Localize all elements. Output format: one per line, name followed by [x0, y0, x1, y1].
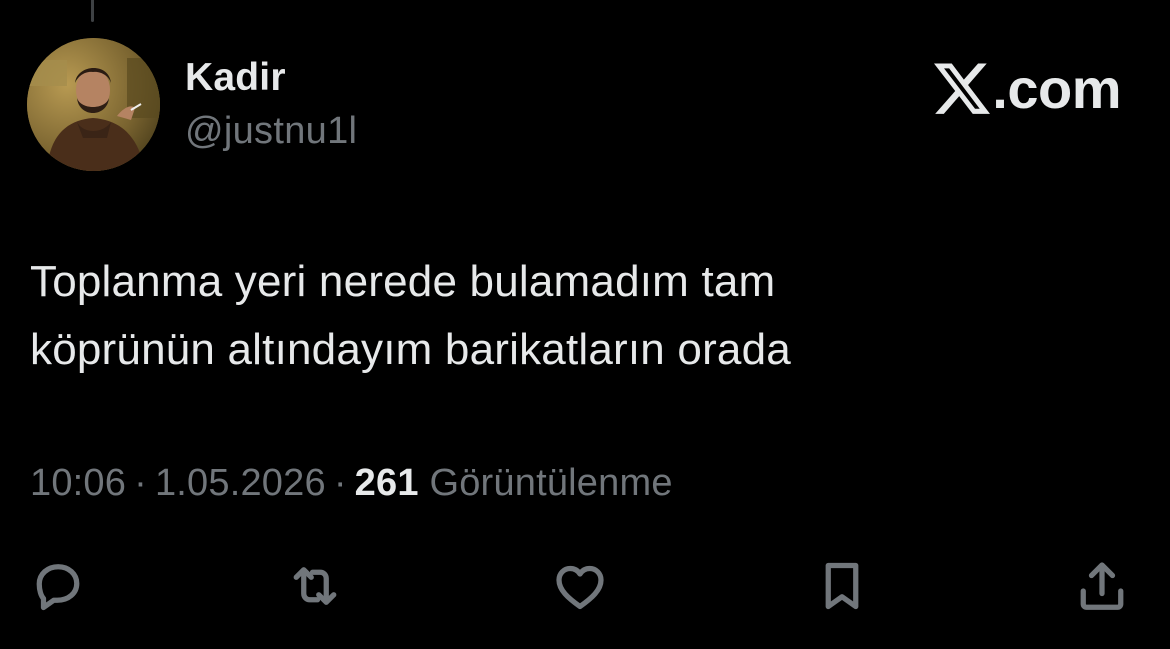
reply-button[interactable] [28, 556, 88, 616]
tweet-line: Toplanma yeri nerede bulamadım tam [30, 257, 776, 306]
heart-icon [556, 565, 604, 610]
tweet-meta: 10:06 · 1.05.2026 · 261 Görüntülenme [30, 462, 673, 505]
views-label[interactable]: Görüntülenme [429, 462, 672, 504]
tweet-date[interactable]: 1.05.2026 [155, 462, 326, 504]
views-count[interactable]: 261 [355, 462, 419, 504]
avatar[interactable] [27, 38, 160, 171]
meta-separator: · [333, 462, 347, 504]
meta-separator: · [134, 462, 147, 504]
retweet-button[interactable] [285, 556, 345, 616]
action-bar [0, 556, 1170, 616]
brand-watermark: .com [934, 56, 1121, 120]
brand-domain: .com [992, 56, 1121, 120]
like-button[interactable] [550, 556, 610, 616]
bookmark-button[interactable] [812, 556, 872, 616]
reply-icon [36, 564, 80, 611]
share-icon [1080, 562, 1124, 610]
share-button[interactable] [1072, 556, 1132, 616]
tweet-text: Toplanma yeri nerede bulamadım tam köprü… [30, 248, 1130, 384]
bookmark-icon [825, 562, 859, 610]
tweet-time[interactable]: 10:06 [30, 462, 126, 504]
retweet-icon [293, 567, 337, 605]
avatar-photo [27, 38, 160, 171]
x-logo-icon [934, 63, 991, 114]
user-handle[interactable]: @justnu1l [185, 110, 357, 153]
thread-line [91, 0, 94, 22]
tweet-line: köprünün altındayım barikatların orada [30, 325, 791, 374]
display-name[interactable]: Kadir [185, 56, 286, 100]
